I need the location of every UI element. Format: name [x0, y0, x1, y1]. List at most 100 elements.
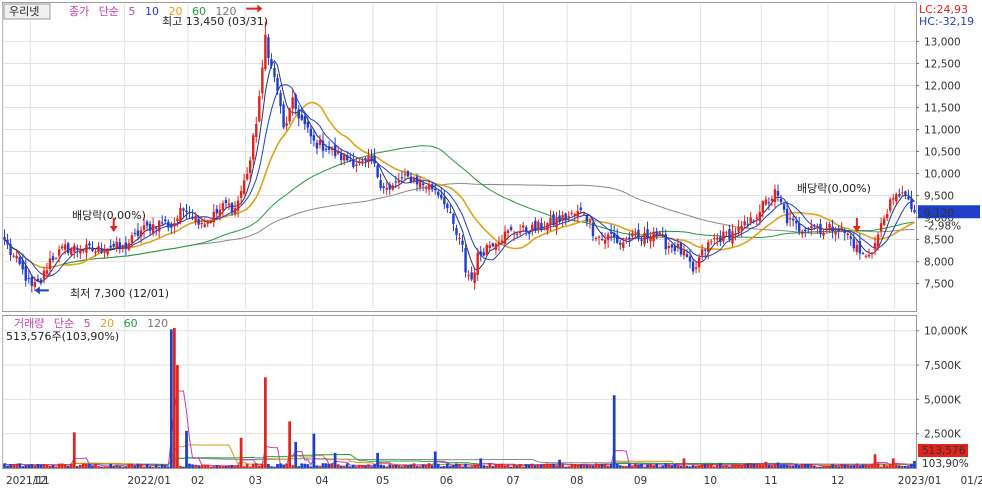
candle-body: [60, 246, 64, 249]
candle-body: [852, 238, 856, 249]
candle-body: [358, 161, 361, 163]
volume-bar: [722, 465, 725, 468]
candle-body: [828, 223, 831, 229]
candle-body: [667, 246, 671, 249]
candle-body: [661, 234, 664, 236]
volume-bar: [643, 466, 646, 468]
candle-body: [643, 232, 646, 245]
volume-bar: [421, 464, 425, 468]
volume-bar: [251, 463, 255, 468]
volume-panel[interactable]: [2, 315, 917, 469]
volume-bar: [327, 464, 331, 468]
candle-body: [591, 222, 595, 237]
candle-body: [224, 200, 228, 204]
candle-body: [858, 241, 862, 254]
candle-body: [161, 222, 164, 224]
candle-body: [885, 213, 889, 219]
volume-bar: [652, 465, 655, 468]
volume-bar: [315, 465, 319, 468]
volume-bar: [834, 465, 837, 468]
volume-bar: [615, 463, 619, 468]
volume-bar: [36, 464, 40, 468]
legend-ma-10: 10: [145, 5, 159, 18]
candle-body: [179, 208, 182, 222]
volume-bar: [543, 463, 546, 468]
candle-body: [537, 221, 540, 229]
date-tick-label: 07: [506, 475, 519, 487]
candle-body: [151, 224, 155, 234]
volume-bar: [176, 365, 179, 468]
candle-body: [855, 244, 859, 253]
candle-body: [619, 242, 622, 245]
candle-body: [430, 184, 434, 190]
dividend-label-2: 배당락(0,00%): [797, 182, 871, 195]
volume-bar: [382, 465, 386, 468]
candle-body: [112, 243, 115, 247]
volume-bar: [573, 464, 577, 468]
volume-bar: [524, 464, 528, 468]
volume-bar: [837, 466, 841, 468]
candle-body: [258, 96, 261, 122]
candle-body: [804, 229, 807, 232]
candle-body: [716, 237, 719, 240]
volume-bar: [831, 464, 834, 468]
candle-body: [770, 198, 774, 201]
candle-body: [30, 276, 34, 286]
candle-body: [288, 108, 291, 122]
volume-bar: [406, 465, 410, 468]
candle-body: [48, 258, 52, 270]
stock-chart[interactable]: 13,000 12,500 12,000 11,500 11,000 10,500 10,0…: [0, 0, 982, 489]
candle-body: [127, 243, 131, 250]
volume-bar: [458, 464, 461, 468]
candle-body: [88, 243, 91, 246]
candle-body: [622, 242, 625, 249]
candle-body: [212, 211, 216, 223]
volume-bar: [673, 464, 677, 468]
candle-body: [382, 186, 385, 189]
candle-body: [437, 191, 440, 196]
volume-bar: [182, 466, 185, 468]
volume-bar: [151, 466, 155, 468]
volume-bar: [564, 466, 568, 468]
volume-tick-label: 10,000K: [924, 326, 969, 338]
candle-body: [103, 251, 106, 253]
volume-bar: [491, 466, 495, 468]
volume-bar: [682, 458, 686, 468]
volume-bar: [867, 465, 871, 468]
candle-body: [461, 240, 464, 245]
candle-body: [176, 218, 179, 222]
volume-bar: [649, 463, 652, 468]
legend-volume-ma-5: 5: [84, 317, 91, 330]
candle-body: [801, 231, 804, 235]
volume-bar: [306, 464, 310, 468]
volume-bar: [779, 464, 783, 468]
candle-body: [333, 144, 337, 156]
price-tick-label: 8,000: [924, 257, 954, 269]
volume-bar: [63, 464, 67, 468]
candle-body: [145, 221, 149, 226]
volume-bar: [797, 465, 801, 468]
candle-body: [397, 180, 401, 183]
legend-price-type: 종가: [69, 5, 89, 18]
candle-body: [206, 220, 209, 224]
candle-body: [485, 244, 489, 256]
volume-bar: [291, 465, 295, 468]
price-panel[interactable]: [2, 2, 917, 312]
volume-bar: [515, 465, 519, 468]
volume-bar: [776, 462, 780, 468]
candle-body: [500, 240, 504, 243]
current-price-marker: 9,120 -2,98%: [918, 205, 980, 232]
candle-body: [518, 231, 522, 234]
candle-body: [725, 232, 728, 234]
candle-body: [616, 234, 619, 243]
candle-body: [825, 228, 828, 230]
price-tick-label: 12,000: [924, 80, 961, 92]
volume-bar: [536, 465, 540, 468]
candle-body: [594, 237, 598, 239]
volume-bar: [794, 463, 798, 468]
volume-bar: [864, 464, 868, 468]
volume-bar: [39, 464, 43, 468]
candle-body: [394, 181, 398, 183]
volume-bar: [157, 466, 161, 468]
volume-bar: [91, 465, 94, 468]
